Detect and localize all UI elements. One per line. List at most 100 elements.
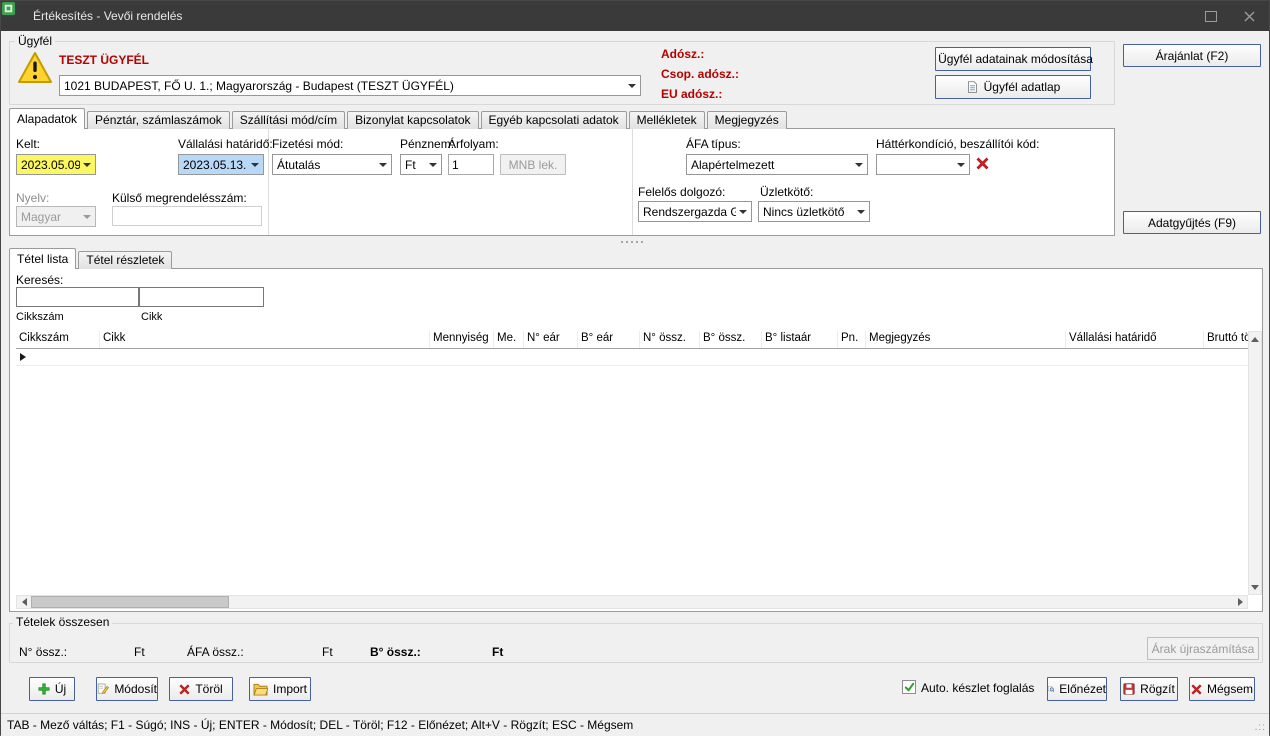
auto-stock-checkbox-label: Auto. készlet foglalás — [921, 681, 1035, 695]
tax-number-label: Adósz.: — [661, 47, 705, 61]
customer-group-label: Ügyfél — [15, 34, 56, 48]
modify-button[interactable]: Módosít — [96, 677, 158, 701]
column-header-brutto-ossz[interactable]: B° össz. — [700, 331, 762, 348]
column-header-netto-ear[interactable]: N° eár — [524, 331, 578, 348]
horizontal-scroll-thumb[interactable] — [31, 596, 229, 608]
scroll-left-button[interactable] — [17, 596, 31, 608]
background-condition-select[interactable] — [876, 154, 970, 175]
edit-icon — [97, 683, 109, 694]
tab-bizonylat-kapcsolatok[interactable]: Bizonylat kapcsolatok — [347, 111, 479, 129]
chevron-down-icon — [251, 162, 259, 167]
customer-datasheet-button[interactable]: Ügyfél adatlap — [935, 75, 1091, 99]
deadline-picker[interactable]: 2023.05.13. — [178, 154, 264, 175]
customer-address-combobox[interactable]: 1021 BUDAPEST, FŐ U. 1.; Magyarország - … — [59, 75, 641, 96]
quote-button-label: Árajánlat (F2) — [1155, 48, 1229, 63]
items-horizontal-scrollbar[interactable] — [16, 595, 1248, 609]
net-total-label: N° össz.: — [19, 645, 68, 659]
close-icon — [1244, 11, 1254, 21]
date-label: Kelt: — [16, 137, 41, 151]
items-vertical-scrollbar[interactable] — [1248, 331, 1262, 595]
items-panel: Keresés: Cikkszám Cikk Cikkszám Cikk Men… — [9, 268, 1263, 612]
basic-data-panel: Kelt: 2023.05.09. Vállalási határidő: 20… — [9, 128, 1115, 236]
tab-tetel-reszletek[interactable]: Tétel részletek — [78, 251, 173, 269]
column-header-brutto-listaar[interactable]: B° listaár — [762, 331, 838, 348]
delete-button[interactable]: Töröl — [169, 677, 233, 701]
gross-currency-label: Ft — [492, 645, 504, 659]
eu-tax-label: EU adósz.: — [661, 87, 723, 101]
table-row[interactable] — [16, 349, 1248, 366]
column-header-netto-ossz[interactable]: N° össz. — [640, 331, 700, 348]
scroll-down-button[interactable] — [1249, 580, 1261, 594]
customer-modify-button[interactable]: Ügyfél adatainak módosítása — [935, 47, 1093, 71]
responsible-select[interactable]: Rendszergazda Gé — [638, 201, 752, 222]
deadline-label: Vállalási határidő: — [178, 137, 273, 151]
language-value: Magyar — [21, 209, 62, 224]
customer-datasheet-label: Ügyfél adatlap — [983, 80, 1061, 94]
column-header-pn[interactable]: Pn. — [838, 331, 866, 348]
chevron-down-icon — [83, 162, 91, 167]
chevron-down-icon — [379, 162, 387, 167]
red-x-icon — [976, 157, 989, 170]
tab-megjegyzes[interactable]: Megjegyzés — [706, 111, 787, 129]
close-button[interactable] — [1231, 1, 1267, 31]
external-order-input[interactable] — [112, 206, 262, 226]
tab-szallitasi-mod-cim[interactable]: Szállítási mód/cím — [231, 111, 346, 129]
chevron-down-icon — [628, 83, 636, 88]
net-currency-label: Ft — [134, 645, 145, 659]
auto-stock-checkbox[interactable] — [902, 680, 916, 694]
splitter-handle[interactable] — [621, 241, 643, 243]
column-header-mennyiseg[interactable]: Mennyiség — [430, 331, 494, 348]
preview-button-label: Előnézet — [1059, 682, 1106, 696]
search-itemname-input[interactable] — [139, 287, 264, 307]
window-title: Értékesítés - Vevői rendelés — [33, 9, 183, 23]
import-button-label: Import — [272, 682, 307, 696]
column-header-megjegyzes[interactable]: Megjegyzés — [866, 331, 1066, 348]
row-selector-icon — [20, 353, 26, 361]
preview-button[interactable]: Előnézet — [1047, 677, 1107, 701]
save-button[interactable]: Rögzít — [1120, 677, 1178, 701]
vat-type-select[interactable]: Alapértelmezett — [686, 154, 868, 175]
tab-penztar-szamlaszamok[interactable]: Pénztár, számlaszámok — [87, 111, 230, 129]
import-button[interactable]: Import — [249, 677, 311, 701]
cancel-button[interactable]: Mégsem — [1189, 677, 1255, 701]
search-itemnumber-input[interactable] — [16, 287, 139, 307]
search-label: Keresés: — [16, 273, 64, 287]
scroll-right-button[interactable] — [1233, 596, 1247, 608]
maximize-icon — [1205, 10, 1217, 22]
cancel-button-label: Mégsem — [1206, 682, 1253, 696]
warning-icon — [17, 51, 53, 88]
main-tabbar: Alapadatok Pénztár, számlaszámok Szállít… — [9, 108, 789, 129]
items-grid-body[interactable] — [16, 349, 1248, 595]
status-bar: TAB - Mező váltás; F1 - Súgó; INS - Új; … — [1, 713, 1269, 736]
tab-alapadatok[interactable]: Alapadatok — [9, 108, 86, 129]
data-collection-button[interactable]: Adatgyűjtés (F9) — [1123, 211, 1261, 234]
new-button[interactable]: Új — [29, 677, 75, 701]
maximize-button[interactable] — [1193, 1, 1229, 31]
clear-background-condition-button[interactable] — [976, 157, 989, 173]
document-icon — [967, 81, 977, 93]
tab-mellekletek[interactable]: Mellékletek — [628, 111, 705, 129]
resize-grip[interactable]: .:: — [1255, 722, 1266, 733]
background-condition-label: Háttérkondíció, beszállítói kód: — [876, 137, 1040, 151]
scroll-up-button[interactable] — [1249, 332, 1261, 346]
sales-agent-label: Üzletkötő: — [760, 185, 814, 199]
exchange-rate-input[interactable] — [448, 154, 494, 175]
column-header-brutto-ear[interactable]: B° eár — [578, 331, 640, 348]
group-tax-label: Csop. adósz.: — [661, 67, 740, 81]
column-header-cikk[interactable]: Cikk — [100, 331, 430, 348]
vat-currency-label: Ft — [322, 645, 333, 659]
currency-select[interactable]: Ft — [400, 154, 442, 175]
sales-agent-select[interactable]: Nincs üzletkötő — [758, 201, 870, 222]
tab-tetel-lista[interactable]: Tétel lista — [9, 248, 77, 269]
quote-button[interactable]: Árajánlat (F2) — [1123, 44, 1261, 67]
column-header-vallalasi-hatarido[interactable]: Vállalási határidő — [1066, 331, 1204, 348]
payment-method-select[interactable]: Átutalás — [272, 154, 392, 175]
mnb-lookup-label: MNB lek. — [508, 157, 558, 172]
date-picker[interactable]: 2023.05.09. — [16, 154, 96, 175]
column-header-brutto-tobblet[interactable]: Bruttó tö — [1204, 331, 1248, 348]
tab-egyeb-kapcsolati-adatok[interactable]: Egyéb kapcsolati adatok — [480, 111, 627, 129]
plus-icon — [38, 683, 50, 695]
column-header-me[interactable]: Me. — [494, 331, 524, 348]
totals-group-label: Tételek összesen — [13, 615, 113, 629]
column-header-cikkszam[interactable]: Cikkszám — [16, 331, 100, 348]
